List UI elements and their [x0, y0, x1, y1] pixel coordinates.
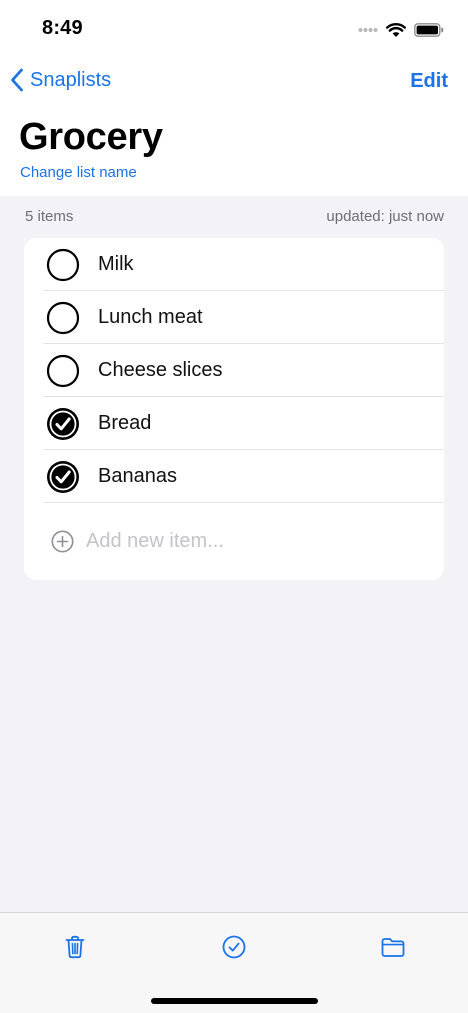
- item-list: Milk Lunch meat Cheese slices Bread Bana…: [24, 238, 444, 580]
- folder-icon[interactable]: [379, 933, 407, 961]
- cellular-signal-icon: [358, 28, 378, 32]
- checkbox-unchecked-icon[interactable]: [46, 354, 80, 388]
- status-bar: 8:49: [0, 0, 468, 56]
- battery-icon: [414, 23, 444, 37]
- list-meta-row: 5 items updated: just now: [0, 206, 468, 228]
- checkbox-checked-icon[interactable]: [46, 460, 80, 494]
- checkmark-circle-icon[interactable]: [220, 933, 248, 961]
- list-item[interactable]: Milk: [24, 238, 444, 291]
- back-button[interactable]: Snaplists: [10, 68, 111, 92]
- list-item-label: Bananas: [98, 465, 177, 487]
- status-icons: [358, 20, 444, 40]
- header: 8:49 Snaplists Edit Grocery Change list …: [0, 0, 468, 196]
- screen: 8:49 Snaplists Edit Grocery Change list …: [0, 0, 468, 1013]
- edit-button[interactable]: Edit: [410, 70, 448, 93]
- list-item-label: Milk: [98, 253, 134, 275]
- checkbox-unchecked-icon[interactable]: [46, 248, 80, 282]
- plus-circle-icon[interactable]: [51, 530, 74, 553]
- row-divider: [43, 502, 444, 503]
- bottom-toolbar: [0, 912, 468, 1013]
- wifi-icon: [386, 23, 406, 37]
- add-item-input[interactable]: [86, 527, 416, 555]
- list-item-label: Lunch meat: [98, 306, 203, 328]
- home-indicator: [151, 998, 318, 1004]
- checkbox-unchecked-icon[interactable]: [46, 301, 80, 335]
- list-item[interactable]: Bread: [24, 397, 444, 450]
- list-item-label: Cheese slices: [98, 359, 223, 381]
- chevron-left-icon: [11, 68, 23, 92]
- status-time: 8:49: [42, 17, 83, 39]
- updated-timestamp: updated: just now: [326, 208, 444, 225]
- list-item[interactable]: Bananas: [24, 450, 444, 503]
- item-count: 5 items: [25, 208, 74, 225]
- change-list-name-link[interactable]: Change list name: [20, 164, 137, 181]
- back-button-label: Snaplists: [30, 68, 112, 91]
- trash-icon[interactable]: [61, 933, 89, 961]
- add-item-row[interactable]: [24, 508, 444, 574]
- list-item-label: Bread: [98, 412, 152, 434]
- page-title: Grocery: [19, 116, 163, 158]
- list-item[interactable]: Cheese slices: [24, 344, 444, 397]
- navigation-bar: Snaplists Edit: [0, 62, 468, 102]
- list-item[interactable]: Lunch meat: [24, 291, 444, 344]
- checkbox-checked-icon[interactable]: [46, 407, 80, 441]
